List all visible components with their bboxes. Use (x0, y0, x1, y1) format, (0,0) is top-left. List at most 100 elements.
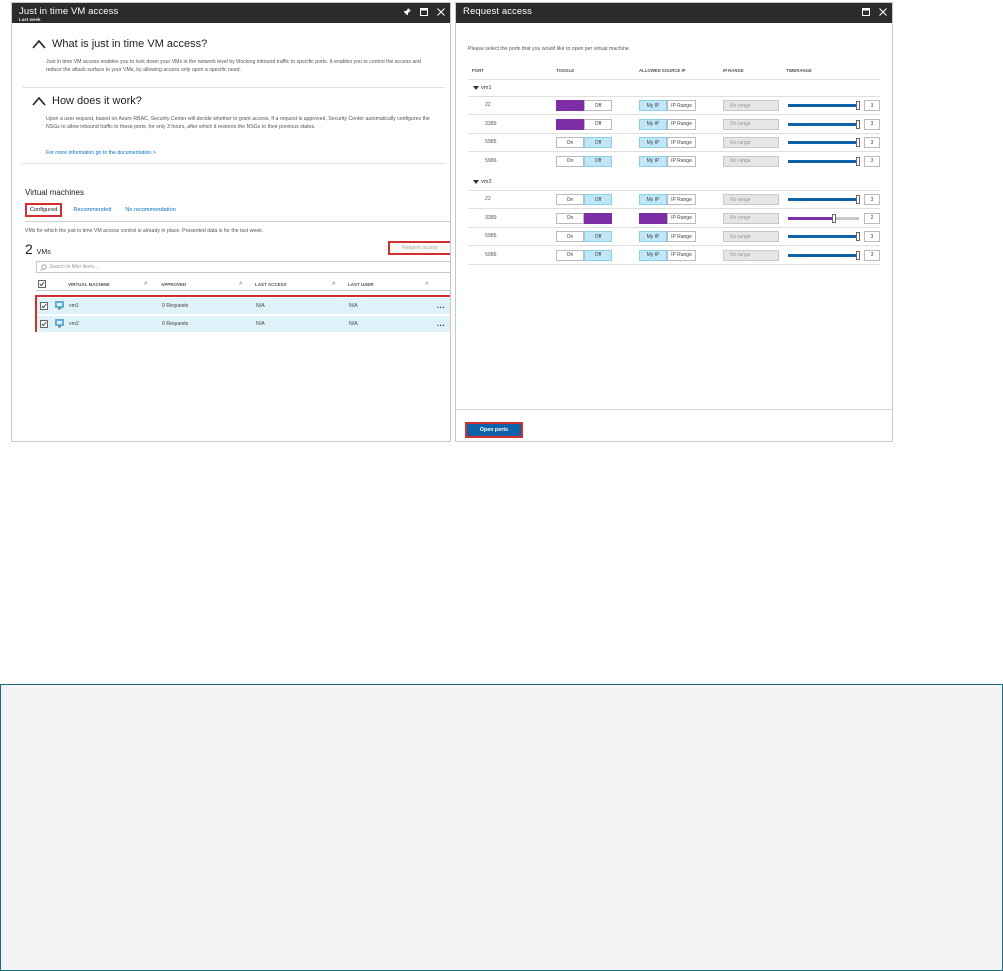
port-toggle[interactable]: On Off (556, 249, 612, 261)
my-ip-button[interactable]: My IP (639, 155, 667, 167)
my-ip-button[interactable]: My IP (639, 194, 667, 205)
allowed-source-ip-toggle[interactable]: My IP IP Range (639, 249, 696, 261)
ip-range-button[interactable]: IP Range (667, 212, 696, 224)
my-ip-button[interactable]: My IP (639, 249, 667, 261)
toggle-on-button[interactable]: On (556, 231, 584, 242)
timerange-hours-input[interactable]: 3 (864, 100, 880, 111)
port-toggle[interactable]: On Off (556, 194, 612, 205)
request-access-button[interactable]: Request access (388, 241, 450, 255)
ip-range-button[interactable]: IP Range (667, 249, 696, 261)
table-row[interactable]: vm1 0 Requests N/A N/A ... (37, 298, 450, 314)
timerange-hours-input[interactable]: 3 (864, 137, 880, 148)
toggle-off-button[interactable]: Off (584, 137, 612, 148)
allowed-source-ip-toggle[interactable]: My IP IP Range (639, 155, 696, 167)
timerange-slider[interactable] (788, 232, 860, 241)
timerange-hours-input[interactable]: 3 (864, 118, 880, 130)
ip-range-button[interactable]: IP Range (667, 231, 696, 242)
allowed-source-ip-toggle[interactable]: My IP IP Range (639, 137, 696, 148)
how-it-works-section-toggle[interactable]: How does it work? (32, 95, 142, 107)
toggle-off-button[interactable]: Off (584, 194, 612, 205)
timerange-hours-input[interactable]: 3 (864, 249, 880, 261)
toggle-on-button[interactable]: On (556, 249, 584, 261)
what-is-section-toggle[interactable]: What is just in time VM access? (32, 38, 207, 50)
slider-handle[interactable] (856, 232, 860, 241)
vm-name[interactable]: vm2 (69, 321, 79, 327)
timerange-hours-input[interactable]: 2 (864, 212, 880, 224)
sort-caret-icon[interactable]: ^ (425, 282, 429, 288)
toggle-on-button[interactable]: On (556, 118, 584, 130)
sort-caret-icon[interactable]: ^ (144, 282, 148, 288)
allowed-source-ip-toggle[interactable]: My IP IP Range (639, 100, 696, 111)
ip-range-input[interactable]: No range (723, 155, 779, 167)
allowed-source-ip-toggle[interactable]: My IP IP Range (639, 231, 696, 242)
ip-range-button[interactable]: IP Range (667, 155, 696, 167)
slider-handle[interactable] (856, 250, 860, 260)
col-last-user[interactable]: LAST USER (348, 282, 374, 287)
allowed-source-ip-toggle[interactable]: My IP IP Range (639, 212, 696, 224)
maximize-icon[interactable] (419, 7, 428, 16)
more-options-icon[interactable]: ... (437, 319, 445, 328)
slider-handle[interactable] (856, 195, 860, 204)
timerange-slider[interactable] (788, 195, 860, 204)
maximize-icon[interactable] (861, 7, 870, 16)
toggle-on-button[interactable]: On (556, 100, 584, 111)
ip-range-input[interactable]: No range (723, 249, 779, 261)
ip-range-input[interactable]: No range (723, 212, 779, 224)
toggle-off-button[interactable]: Off (584, 155, 612, 167)
ip-range-input[interactable]: No range (723, 231, 779, 242)
toggle-on-button[interactable]: On (556, 155, 584, 167)
timerange-slider[interactable] (788, 138, 860, 147)
toggle-on-button[interactable]: On (556, 212, 584, 224)
ip-range-button[interactable]: IP Range (667, 194, 696, 205)
timerange-slider[interactable] (788, 213, 859, 223)
tab-configured[interactable]: Configured (25, 203, 63, 217)
port-toggle[interactable]: On Off (556, 231, 612, 242)
col-approved[interactable]: APPROVED (161, 282, 186, 287)
my-ip-button[interactable]: My IP (639, 118, 667, 130)
filter-input[interactable]: Search to filter items... (36, 261, 450, 273)
slider-handle[interactable] (832, 213, 837, 223)
ip-range-input[interactable]: No range (723, 137, 779, 148)
slider-handle[interactable] (856, 119, 860, 129)
timerange-slider[interactable] (788, 156, 860, 166)
ip-range-button[interactable]: IP Range (667, 137, 696, 148)
tab-recommended[interactable]: Recommended (70, 204, 114, 216)
ip-range-input[interactable]: No range (723, 194, 779, 205)
close-icon[interactable] (878, 7, 887, 16)
row-checkbox[interactable] (40, 302, 48, 310)
pin-icon[interactable] (402, 7, 411, 16)
allowed-source-ip-toggle[interactable]: My IP IP Range (639, 118, 696, 130)
toggle-off-button[interactable]: Off (584, 212, 612, 224)
port-toggle[interactable]: On Off (556, 137, 612, 148)
port-toggle[interactable]: On Off (556, 212, 612, 224)
select-all-checkbox[interactable] (38, 280, 46, 288)
timerange-hours-input[interactable]: 3 (864, 155, 880, 167)
timerange-slider[interactable] (788, 119, 860, 129)
toggle-off-button[interactable]: Off (584, 249, 612, 261)
row-checkbox[interactable] (40, 320, 48, 328)
ip-range-input[interactable]: No range (723, 118, 779, 130)
col-last-access[interactable]: LAST ACCESS (255, 282, 287, 287)
timerange-slider[interactable] (788, 101, 860, 110)
port-toggle[interactable]: On Off (556, 155, 612, 167)
vm-name[interactable]: vm1 (69, 303, 79, 309)
toggle-off-button[interactable]: Off (584, 231, 612, 242)
close-icon[interactable] (436, 7, 445, 16)
documentation-link[interactable]: For more information go to the documenta… (46, 149, 438, 157)
toggle-on-button[interactable]: On (556, 137, 584, 148)
tab-no-recommendation[interactable]: No recommendation (122, 204, 178, 216)
vm-group-toggle[interactable]: vm1 (473, 85, 492, 91)
my-ip-button[interactable]: My IP (639, 231, 667, 242)
ip-range-button[interactable]: IP Range (667, 118, 696, 130)
slider-handle[interactable] (856, 156, 860, 166)
my-ip-button[interactable]: My IP (639, 212, 667, 224)
timerange-hours-input[interactable]: 3 (864, 194, 880, 205)
timerange-slider[interactable] (788, 250, 860, 260)
col-virtual-machine[interactable]: VIRTUAL MACHINE (68, 282, 110, 287)
timerange-hours-input[interactable]: 3 (864, 231, 880, 242)
more-options-icon[interactable]: ... (437, 301, 445, 310)
my-ip-button[interactable]: My IP (639, 100, 667, 111)
vm-group-toggle[interactable]: vm2 (473, 179, 492, 185)
toggle-off-button[interactable]: Off (584, 100, 612, 111)
ip-range-input[interactable]: No range (723, 100, 779, 111)
